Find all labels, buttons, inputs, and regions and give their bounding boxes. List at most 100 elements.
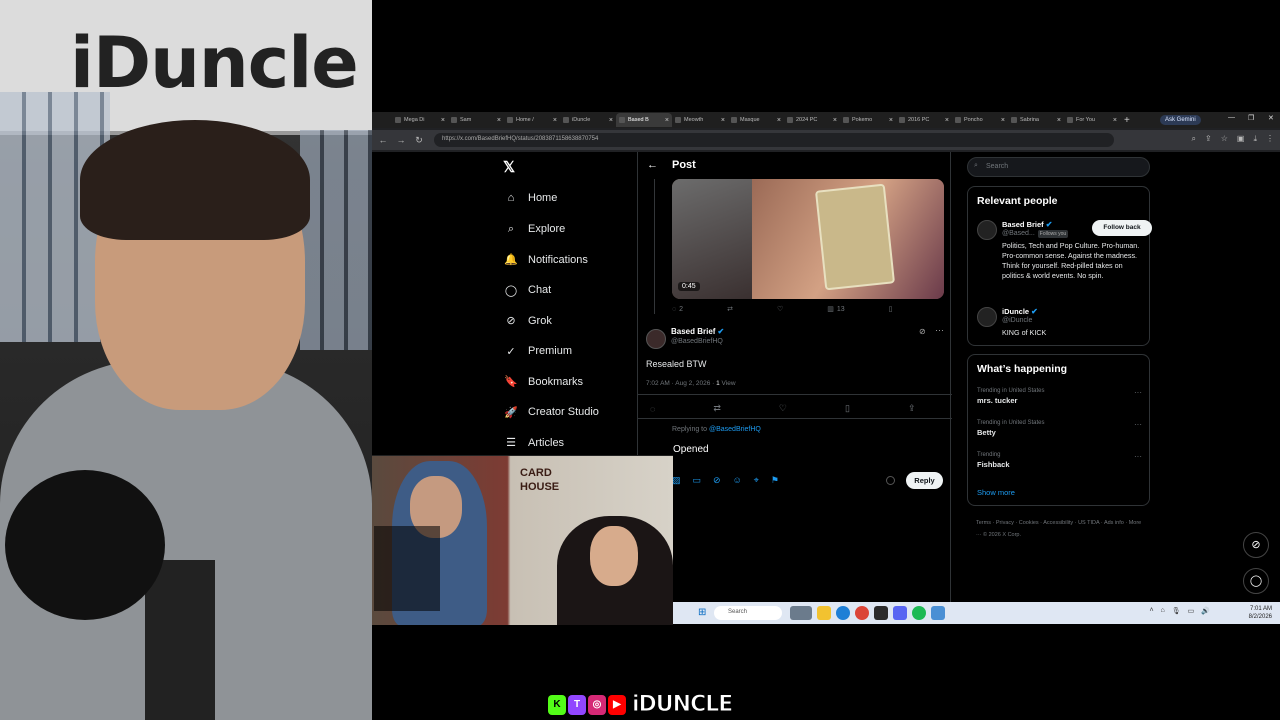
more-icon[interactable]: ··· — [1134, 420, 1142, 429]
app-icon[interactable] — [874, 606, 888, 620]
nav-item-chat[interactable]: ◯ Chat — [504, 284, 551, 297]
close-tab-icon[interactable]: × — [1113, 117, 1117, 124]
trend-item[interactable]: Trending in United States mrs. tucker ··… — [977, 388, 1142, 405]
repost-icon[interactable]: ⇄ — [713, 403, 721, 414]
nav-item-premium[interactable]: ✓ Premium — [504, 345, 572, 358]
minimize-icon[interactable]: — — [1228, 114, 1235, 121]
avatar[interactable] — [977, 307, 997, 327]
bookmark-icon[interactable]: ▯ — [845, 403, 850, 414]
author-handle[interactable]: @BasedBriefHQ — [671, 338, 723, 345]
grok-icon[interactable]: ⊘ — [713, 475, 721, 486]
gif-icon[interactable]: ▭ — [693, 475, 702, 486]
close-tab-icon[interactable]: × — [777, 117, 781, 124]
grok-fab-icon[interactable]: ⊘ — [1243, 532, 1269, 558]
nav-item-bookmarks[interactable]: 🔖 Bookmarks — [504, 375, 583, 389]
grok-icon[interactable]: ⊘ — [919, 327, 926, 336]
more-icon[interactable]: ··· — [935, 325, 944, 335]
share-icon[interactable]: ⇪ — [1205, 134, 1212, 144]
zoom-icon[interactable]: ⌕ — [1192, 134, 1196, 144]
footer-links[interactable]: Terms · Privacy · Cookies · Accessibilit… — [976, 517, 1146, 541]
chrome-icon[interactable] — [855, 606, 869, 620]
video-thumbnail[interactable]: 0:45 — [672, 179, 944, 299]
widgets-icon[interactable] — [790, 606, 812, 620]
network-icon[interactable]: ⌂ — [1161, 607, 1165, 615]
back-icon[interactable]: ← — [647, 159, 658, 171]
close-tab-icon[interactable]: × — [833, 117, 837, 124]
app-icon[interactable] — [931, 606, 945, 620]
back-arrow-icon[interactable]: ← — [376, 135, 390, 145]
browser-tab[interactable]: Mega Di × — [392, 113, 448, 127]
close-tab-icon[interactable]: × — [665, 117, 669, 124]
discord-icon[interactable] — [893, 606, 907, 620]
chat-fab-icon[interactable]: ◯ — [1243, 568, 1269, 594]
author-name[interactable]: Based Brief — [671, 327, 715, 336]
chevron-up-icon[interactable]: ˄ — [1149, 607, 1153, 615]
nav-item-creator-studio[interactable]: 🚀 Creator Studio — [504, 406, 599, 419]
maximize-icon[interactable]: ❐ — [1248, 114, 1254, 122]
reply-icon[interactable]: ◌ — [650, 404, 655, 414]
repost-action[interactable]: ⇄ — [727, 305, 733, 313]
show-more-link[interactable]: Show more — [977, 488, 1015, 497]
extensions-icon[interactable]: ▣ — [1237, 134, 1245, 144]
browser-tab[interactable]: Meowth × — [672, 113, 728, 127]
close-tab-icon[interactable]: × — [945, 117, 949, 124]
nav-item-grok[interactable]: ⊘ Grok — [504, 314, 551, 328]
spotify-icon[interactable] — [912, 606, 926, 620]
reply-count[interactable]: ◌ 2 — [672, 306, 683, 313]
close-tab-icon[interactable]: × — [497, 117, 501, 124]
follow-back-button[interactable]: Follow back — [1092, 220, 1152, 236]
taskbar-clock[interactable]: 7:01 AM 8/2/2026 — [1249, 605, 1272, 621]
share-icon[interactable]: ⇪ — [908, 403, 916, 414]
download-icon[interactable]: ⤓ — [1253, 134, 1257, 144]
browser-tab[interactable]: iDuncle × — [560, 113, 616, 127]
more-icon[interactable]: ··· — [1134, 388, 1142, 397]
nav-item-articles[interactable]: ☰ Articles — [504, 436, 564, 450]
x-logo-icon[interactable]: 𝕏 — [503, 158, 515, 176]
trend-item[interactable]: Trending Fishback ··· — [977, 452, 1142, 469]
browser-tab[interactable]: Pokemo × — [840, 113, 896, 127]
browser-tab[interactable]: Sam × — [448, 113, 504, 127]
windows-start-icon[interactable]: ⊞ — [698, 607, 706, 618]
more-icon[interactable]: ··· — [1134, 452, 1142, 461]
browser-tab[interactable]: Poncho × — [952, 113, 1008, 127]
close-tab-icon[interactable]: × — [1057, 117, 1061, 124]
monitor-icon[interactable]: ▭ — [1188, 607, 1195, 615]
browser-tab[interactable]: Based B × — [616, 113, 672, 127]
close-tab-icon[interactable]: × — [553, 117, 557, 124]
browser-tab[interactable]: Masque × — [728, 113, 784, 127]
star-icon[interactable]: ☆ — [1221, 134, 1228, 144]
forward-arrow-icon[interactable]: → — [394, 135, 408, 145]
browser-tab[interactable]: 2024 PC × — [784, 113, 840, 127]
heart-icon[interactable]: ♡ — [779, 403, 787, 414]
avatar[interactable] — [977, 220, 997, 240]
close-tab-icon[interactable]: × — [1001, 117, 1005, 124]
volume-icon[interactable]: 🔊 — [1201, 607, 1210, 615]
nav-item-home[interactable]: ⌂ Home — [504, 192, 558, 204]
close-tab-icon[interactable]: × — [721, 117, 725, 124]
close-window-icon[interactable]: ✕ — [1268, 114, 1274, 122]
trend-item[interactable]: Trending in United States Betty ··· — [977, 420, 1142, 437]
mic-icon[interactable]: 🎙 — [1172, 607, 1181, 615]
avatar[interactable] — [646, 329, 666, 349]
browser-tab[interactable]: 2016 PC × — [896, 113, 952, 127]
nav-item-notifications[interactable]: 🔔 Notifications — [504, 253, 588, 267]
reload-icon[interactable]: ↻ — [412, 135, 426, 146]
new-tab-icon[interactable]: + — [1124, 115, 1130, 126]
location-icon[interactable]: ⌖ — [754, 475, 759, 486]
taskbar-search[interactable]: Search — [714, 606, 782, 620]
close-tab-icon[interactable]: × — [889, 117, 893, 124]
like-action[interactable]: ♡ — [777, 305, 783, 313]
menu-icon[interactable]: ⋮ — [1266, 134, 1274, 144]
edge-icon[interactable] — [836, 606, 850, 620]
views-count[interactable]: ▥ 13 — [827, 305, 844, 314]
file-explorer-icon[interactable] — [817, 606, 831, 620]
nav-item-explore[interactable]: ⌕ Explore — [504, 223, 565, 236]
close-tab-icon[interactable]: × — [441, 117, 445, 124]
url-field[interactable]: https://x.com/BasedBriefHQ/status/208387… — [434, 133, 1114, 147]
browser-tab[interactable]: For You × — [1064, 113, 1120, 127]
close-tab-icon[interactable]: × — [609, 117, 613, 124]
search-input[interactable]: ⌕ Search — [967, 157, 1150, 177]
ask-gemini-button[interactable]: Ask Gemini — [1160, 115, 1201, 125]
image-icon[interactable]: ▨ — [672, 475, 681, 486]
reply-button[interactable]: Reply — [906, 472, 943, 489]
